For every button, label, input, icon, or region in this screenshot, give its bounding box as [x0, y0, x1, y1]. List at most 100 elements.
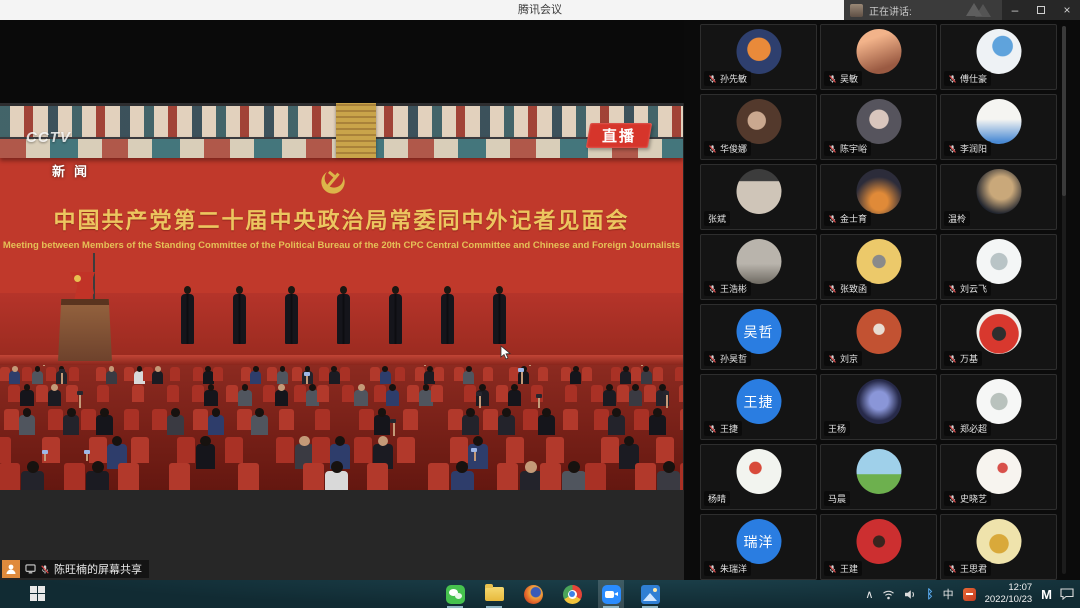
participant-avatar — [976, 519, 1021, 564]
participant-tile[interactable]: 张斌 — [700, 164, 817, 230]
participant-name-chip: 张斌 — [704, 211, 730, 226]
taskbar-app-firefox[interactable] — [520, 580, 546, 608]
presenter-icon — [2, 560, 20, 578]
participant-name: 张斌 — [708, 212, 726, 225]
participant-tile[interactable]: 王建 — [820, 514, 937, 580]
participant-tile[interactable]: 王杨 — [820, 374, 937, 440]
shared-screen-pane: CCTV 新闻 直播 中国共产党第二十届中央政治局常委同中外记者见面会 — [0, 20, 684, 580]
meeting-logo-icon — [966, 3, 992, 17]
share-chip: 陈旺楠的屏幕共享 — [20, 560, 149, 578]
volume-icon[interactable] — [904, 589, 917, 600]
participant-tile[interactable]: 瑞洋朱瑞洋 — [700, 514, 817, 580]
participant-name-chip: 朱瑞洋 — [704, 561, 751, 576]
screen-share-label: 陈旺楠的屏幕共享 — [2, 560, 149, 578]
cctv-news-watermark: 新闻 — [52, 161, 96, 180]
bluetooth-icon[interactable]: ᛒ — [926, 587, 933, 601]
taskbar-app-file-explorer[interactable] — [481, 580, 507, 608]
participant-tile[interactable]: 李润阳 — [940, 94, 1057, 160]
network-icon[interactable] — [882, 589, 895, 600]
participant-tile[interactable]: 傅仕豪 — [940, 24, 1057, 90]
participant-name-chip: 刘京 — [824, 351, 862, 366]
participant-tile[interactable]: 郑必超 — [940, 374, 1057, 440]
mic-muted-icon — [708, 564, 717, 574]
stage-figure — [337, 286, 350, 348]
participant-name: 万基 — [960, 352, 978, 365]
windows-taskbar: ∧ ᛒ 中 12:07 2022/10/23 M — [0, 580, 1080, 608]
participant-tile[interactable]: 张致函 — [820, 234, 937, 300]
taskbar-app-tencent-meeting[interactable] — [598, 580, 624, 608]
participant-tile[interactable]: 刘京 — [820, 304, 937, 370]
participant-name: 陈宇峪 — [840, 142, 867, 155]
tray-expand-icon[interactable]: ∧ — [865, 588, 873, 601]
participant-name-chip: 杨晴 — [704, 491, 730, 506]
close-button[interactable]: × — [1054, 0, 1080, 20]
participant-tile[interactable]: 万基 — [940, 304, 1057, 370]
participant-name-chip: 刘云飞 — [944, 281, 991, 296]
participant-name-chip: 王浩彬 — [704, 281, 751, 296]
audience — [0, 365, 683, 490]
notification-icon[interactable] — [1060, 588, 1074, 600]
participant-avatar: 瑞洋 — [736, 519, 781, 564]
broadcast-title: 中国共产党第二十届中央政治局常委同中外记者见面会 — [0, 203, 683, 235]
start-button[interactable] — [30, 586, 45, 601]
participant-name: 马晨 — [828, 492, 846, 505]
minimize-button[interactable]: – — [1002, 0, 1028, 20]
participant-avatar — [736, 169, 781, 214]
participant-tile[interactable]: 王思君 — [940, 514, 1057, 580]
mouse-cursor — [500, 345, 512, 361]
participant-tile[interactable]: 王捷王捷 — [700, 374, 817, 440]
participant-name-chip: 陈宇峪 — [824, 141, 871, 156]
participant-name: 刘云飞 — [960, 282, 987, 295]
participant-avatar — [856, 309, 901, 354]
taskbar-apps — [442, 580, 663, 608]
participant-tile[interactable]: 史晓艺 — [940, 444, 1057, 510]
grid-scrollbar[interactable] — [1062, 26, 1066, 574]
participant-grid: 孙先敏吴敏傅仕豪华俊娜 陈宇峪 李润阳张斌 金士育 温柃王浩彬 张致函刘云飞吴哲孙昊哲刘京… — [684, 20, 1080, 580]
participant-name-chip: 傅仕豪 — [944, 71, 991, 86]
participant-tile[interactable]: 孙先敏 — [700, 24, 817, 90]
participant-avatar — [976, 379, 1021, 424]
participant-tile[interactable]: 王浩彬 — [700, 234, 817, 300]
participant-name-chip: 王杨 — [824, 421, 850, 436]
taskbar-app-wechat[interactable] — [442, 580, 468, 608]
beam-gold-panel — [336, 103, 376, 158]
participant-name: 朱瑞洋 — [720, 562, 747, 575]
participant-name: 金士育 — [840, 212, 867, 225]
participant-tile[interactable]: 杨晴 — [700, 444, 817, 510]
photos-icon — [641, 585, 660, 604]
participant-name: 李润阳 — [960, 142, 987, 155]
ime-indicator[interactable]: 中 — [943, 586, 954, 602]
taskbar-app-photos[interactable] — [637, 580, 663, 608]
letterbox-top — [0, 20, 684, 103]
participant-tile[interactable]: 金士育 — [820, 164, 937, 230]
participant-avatar — [856, 169, 901, 214]
mic-muted-icon — [828, 284, 837, 294]
participant-tile[interactable]: 华俊娜 — [700, 94, 817, 160]
participant-tile[interactable]: 马晨 — [820, 444, 937, 510]
clock[interactable]: 12:07 2022/10/23 — [985, 582, 1033, 606]
participant-tile[interactable]: 刘云飞 — [940, 234, 1057, 300]
system-tray: ∧ ᛒ 中 12:07 2022/10/23 M — [865, 580, 1074, 608]
participant-tile[interactable]: 吴敏 — [820, 24, 937, 90]
participant-avatar — [856, 29, 901, 74]
participant-avatar: 王捷 — [736, 379, 781, 424]
input-method-icon[interactable]: M — [1041, 587, 1051, 602]
participant-tile[interactable]: 陈宇峪 — [820, 94, 937, 160]
participant-tile[interactable]: 温柃 — [940, 164, 1057, 230]
participant-avatar: 吴哲 — [736, 309, 781, 354]
stage-figure — [233, 286, 246, 348]
taskbar-app-chrome[interactable] — [559, 580, 585, 608]
participant-avatar — [736, 449, 781, 494]
clock-date: 2022/10/23 — [985, 594, 1033, 606]
file-explorer-icon — [485, 587, 504, 601]
participant-avatar — [976, 169, 1021, 214]
tray-app-icon[interactable] — [963, 588, 976, 601]
participant-name: 华俊娜 — [720, 142, 747, 155]
chrome-icon — [563, 585, 582, 604]
participant-avatar — [976, 449, 1021, 494]
party-emblem-icon — [319, 167, 347, 197]
participant-name-chip: 史晓艺 — [944, 491, 991, 506]
wechat-icon — [446, 585, 465, 604]
participant-tile[interactable]: 吴哲孙昊哲 — [700, 304, 817, 370]
maximize-button[interactable] — [1028, 0, 1054, 20]
